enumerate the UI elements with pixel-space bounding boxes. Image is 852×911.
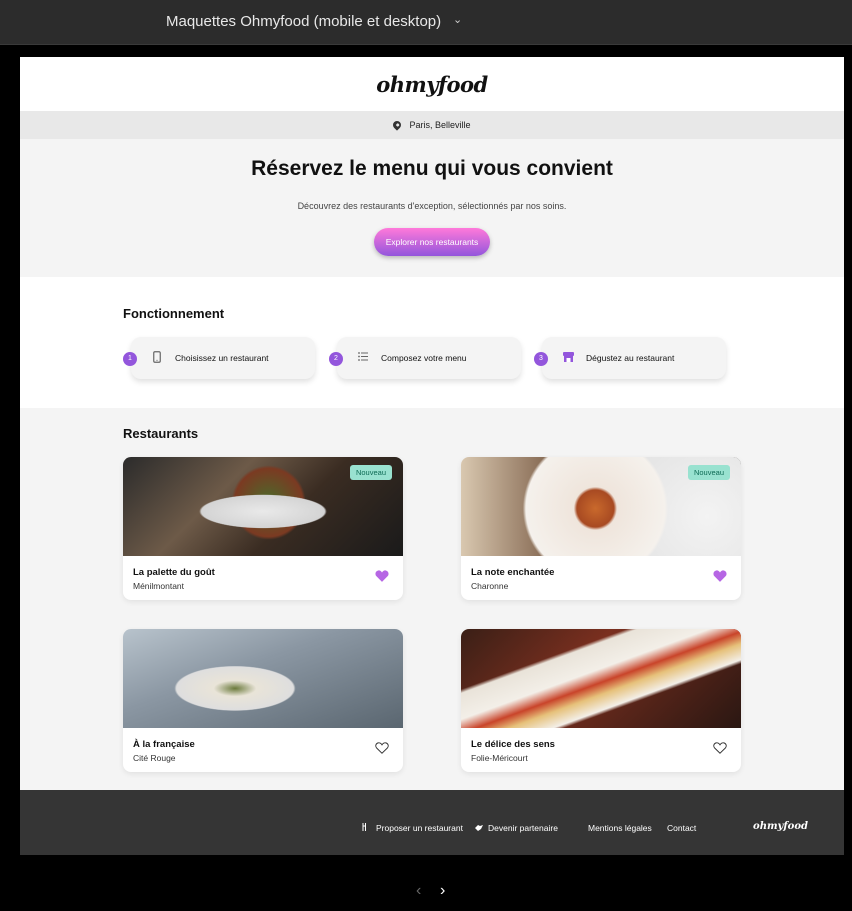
- hero-title: Réservez le menu qui vous convient: [251, 157, 613, 180]
- handshake-icon: [475, 823, 483, 833]
- restaurant-area: Charonne: [471, 581, 509, 591]
- hero-section: Réservez le menu qui vous convient Décou…: [20, 139, 844, 277]
- legal-notices-link[interactable]: Mentions légales: [588, 823, 652, 833]
- new-badge: Nouveau: [349, 465, 392, 480]
- step-label: Dégustez au restaurant: [586, 353, 675, 363]
- step-label: Composez votre menu: [381, 353, 467, 363]
- how-it-works-title: Fonctionnement: [123, 306, 225, 321]
- location-text: Paris, Belleville: [409, 120, 471, 130]
- heart-outline-icon[interactable]: [375, 741, 389, 755]
- new-badge: Nouveau: [687, 465, 730, 480]
- site-logo[interactable]: ohmyfood: [376, 72, 488, 97]
- restaurant-name: La note enchantée: [471, 567, 555, 578]
- step-compose-menu: 2 Composez votre menu: [329, 337, 521, 379]
- store-icon: [562, 351, 574, 365]
- location-pin-icon: [391, 119, 404, 131]
- phone-icon: [151, 350, 163, 366]
- hero-subtitle: Découvrez des restaurants d'exception, s…: [297, 201, 567, 211]
- figma-topbar: Maquettes Ohmyfood (mobile et desktop) ⌄: [0, 0, 852, 45]
- step-number: 2: [329, 352, 343, 366]
- propose-restaurant-link[interactable]: Proposer un restaurant: [376, 823, 463, 833]
- document-title[interactable]: Maquettes Ohmyfood (mobile et desktop): [166, 13, 441, 30]
- restaurant-photo: [461, 629, 741, 728]
- cutlery-icon: [362, 823, 369, 833]
- list-icon: [357, 352, 369, 364]
- site-footer: Proposer un restaurant Devenir partenair…: [20, 790, 844, 855]
- restaurants-section: Restaurants Nouveau La palette du goût M…: [20, 408, 844, 790]
- become-partner-link[interactable]: Devenir partenaire: [488, 823, 558, 833]
- restaurant-area: Cité Rouge: [133, 753, 176, 763]
- restaurant-card[interactable]: À la française Cité Rouge: [123, 629, 403, 772]
- next-page-icon[interactable]: ›: [440, 882, 445, 900]
- restaurant-photo: Nouveau: [461, 457, 741, 556]
- contact-link[interactable]: Contact: [667, 823, 696, 833]
- step-enjoy-restaurant: 3 Dégustez au restaurant: [534, 337, 726, 379]
- restaurant-area: Ménilmontant: [133, 581, 185, 591]
- restaurants-title: Restaurants: [123, 426, 199, 441]
- step-number: 3: [534, 352, 548, 366]
- heart-filled-icon[interactable]: [713, 569, 727, 583]
- heart-filled-icon[interactable]: [375, 569, 389, 583]
- restaurant-card[interactable]: Nouveau La note enchantée Charonne: [461, 457, 741, 600]
- step-number: 1: [123, 352, 137, 366]
- restaurant-name: À la française: [133, 739, 195, 750]
- restaurant-name: La palette du goût: [133, 567, 215, 578]
- explore-restaurants-button[interactable]: Explorer nos restaurants: [373, 228, 491, 256]
- restaurant-card[interactable]: Le délice des sens Folie-Méricourt: [461, 629, 741, 772]
- prototype-frame: ohmyfood Paris, Belleville Réservez le m…: [20, 57, 844, 855]
- previous-page-icon[interactable]: ‹: [416, 882, 421, 900]
- restaurant-card[interactable]: Nouveau La palette du goût Ménilmontant: [123, 457, 403, 600]
- step-label: Choisissez un restaurant: [175, 353, 269, 363]
- chevron-down-icon[interactable]: ⌄: [453, 13, 462, 26]
- heart-outline-icon[interactable]: [713, 741, 727, 755]
- step-choose-restaurant: 1 Choisissez un restaurant: [123, 337, 315, 379]
- how-it-works-section: Fonctionnement 1 Choisissez un restauran…: [20, 277, 844, 408]
- footer-logo[interactable]: ohmyfood: [753, 821, 808, 832]
- location-bar: Paris, Belleville: [20, 111, 844, 139]
- restaurant-photo: [123, 629, 403, 728]
- restaurant-name: Le délice des sens: [471, 739, 555, 750]
- restaurant-area: Folie-Méricourt: [471, 753, 528, 763]
- restaurant-photo: Nouveau: [123, 457, 403, 556]
- site-header: ohmyfood: [20, 57, 844, 111]
